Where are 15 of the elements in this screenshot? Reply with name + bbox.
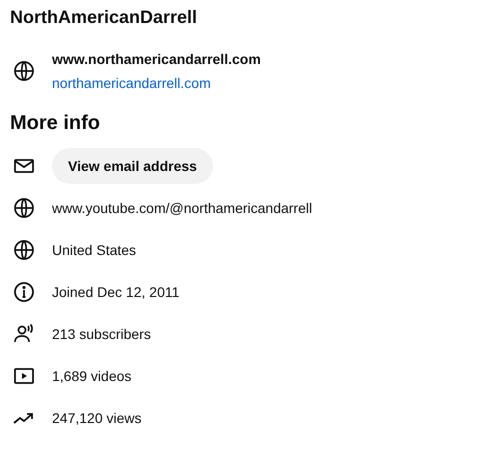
info-text: 1,689 videos — [52, 367, 132, 385]
website-link[interactable]: northamericandarrell.com — [52, 74, 211, 92]
section-heading: More info — [10, 111, 101, 136]
info-icon — [12, 280, 36, 304]
info-text: 213 subscribers — [52, 325, 151, 343]
info-text: United States — [52, 241, 136, 259]
globe-icon — [12, 238, 36, 262]
info-text: Joined Dec 12, 2011 — [52, 283, 180, 301]
globe-icon — [12, 196, 36, 220]
channel-title: NorthAmericanDarrell — [10, 6, 198, 29]
link-title: www.northamericandarrell.com — [52, 50, 261, 68]
info-text: 247,120 views — [52, 409, 142, 427]
view-email-button[interactable]: View email address — [52, 148, 213, 184]
globe-icon — [12, 59, 36, 83]
info-text: www.youtube.com/@northamericandarrell — [52, 199, 312, 217]
